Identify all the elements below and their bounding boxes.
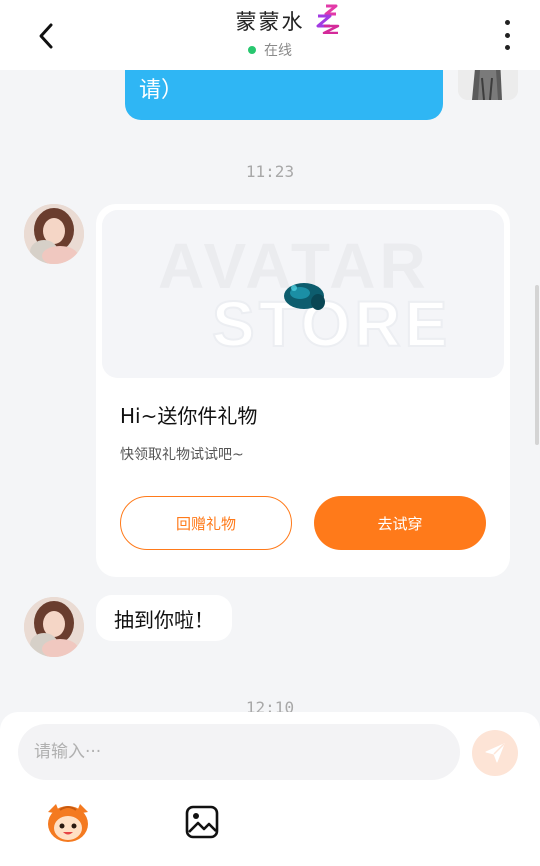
title-wrap: 蒙蒙水 xyxy=(0,6,540,36)
return-gift-button[interactable]: 回赠礼物 xyxy=(120,496,292,550)
message-input[interactable] xyxy=(18,724,460,780)
contact-name: 蒙蒙水 xyxy=(235,10,305,34)
scrollbar[interactable] xyxy=(535,285,539,445)
contact-avatar[interactable] xyxy=(24,597,84,657)
emoji-mascot-icon xyxy=(48,804,88,842)
input-bar xyxy=(0,712,540,866)
image-icon xyxy=(185,805,219,839)
more-menu-button[interactable] xyxy=(492,18,522,52)
incoming-message-bubble[interactable]: 抽到你啦！ xyxy=(96,595,232,641)
try-on-button[interactable]: 去试穿 xyxy=(314,496,486,550)
timestamp: 11:23 xyxy=(245,162,295,181)
incoming-message-text: 抽到你啦！ xyxy=(114,607,214,632)
more-dot xyxy=(504,45,510,50)
more-dot xyxy=(504,20,510,25)
send-icon xyxy=(485,743,505,763)
image-button[interactable] xyxy=(184,804,220,840)
more-dot xyxy=(504,32,510,38)
gift-title: Hi~送你件礼物 xyxy=(120,404,258,428)
emoji-button[interactable] xyxy=(44,802,92,844)
gift-description: 快领取礼物试试吧~ xyxy=(120,447,244,463)
contact-avatar-image xyxy=(24,597,84,657)
online-dot xyxy=(248,46,256,54)
gift-banner: AVATAR STORE xyxy=(102,210,504,378)
banner-text-store: STORE xyxy=(212,288,451,360)
online-status: 在线 xyxy=(0,40,540,60)
contact-avatar[interactable] xyxy=(24,204,84,264)
contact-avatar-image xyxy=(24,204,84,264)
status-text: 在线 xyxy=(264,43,292,59)
avatar-store-banner: AVATAR STORE xyxy=(102,210,504,378)
outgoing-message-line2: 请） xyxy=(139,78,184,103)
chat-header: 蒙蒙水 在线 xyxy=(0,0,540,70)
zzz-icon xyxy=(316,4,340,34)
send-button[interactable] xyxy=(472,730,518,776)
gift-card: AVATAR STORE Hi~送你件礼物 快领取礼物试试吧~ 回赠礼物 去试穿 xyxy=(96,204,510,577)
